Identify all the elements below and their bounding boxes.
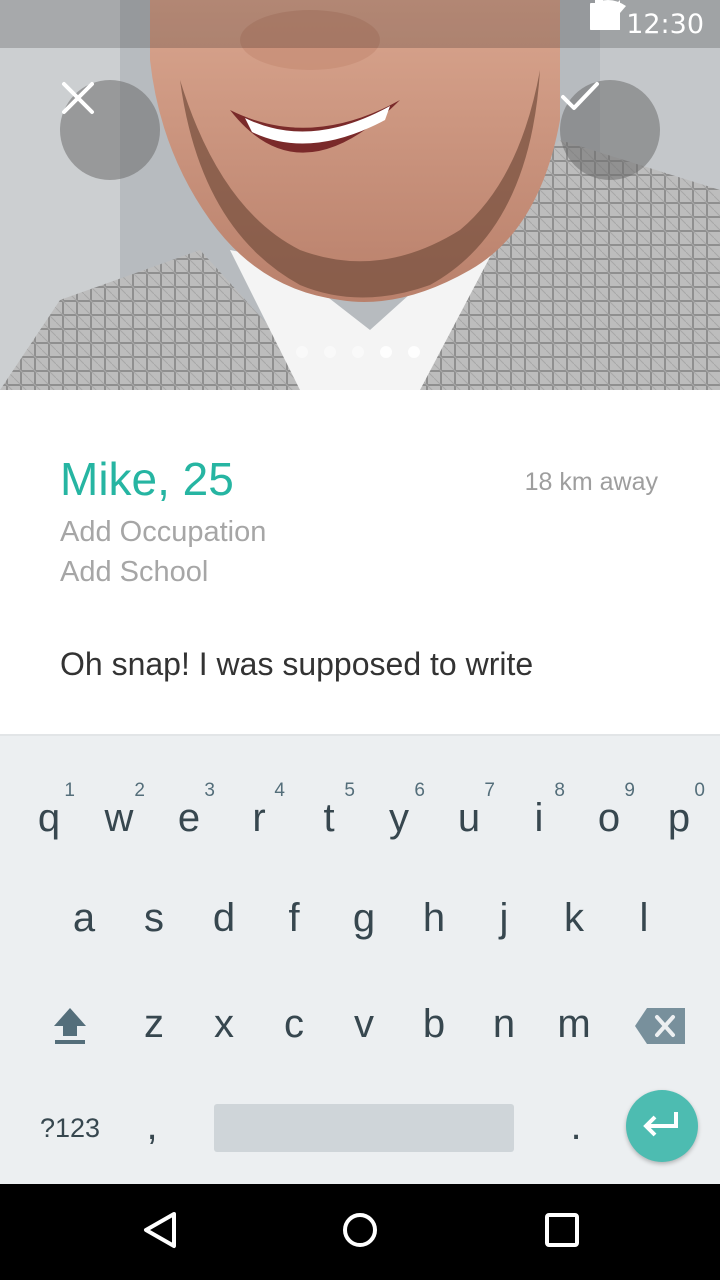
dismiss-button[interactable] [60, 80, 160, 180]
key-m[interactable]: m [544, 984, 604, 1064]
profile-info: Mike, 25 18 km away Add Occupation Add S… [0, 390, 720, 734]
space-bar[interactable] [214, 1104, 514, 1152]
status-time: 12:30 [626, 8, 704, 40]
delete-key[interactable] [630, 988, 690, 1068]
backspace-icon [635, 1008, 685, 1048]
back-icon [142, 1211, 178, 1253]
photo-page-indicator [296, 346, 420, 358]
key-b[interactable]: b [404, 984, 464, 1064]
page-dot[interactable] [324, 346, 336, 358]
key-v[interactable]: v [334, 984, 394, 1064]
page-dot[interactable] [296, 346, 308, 358]
key-k[interactable]: k [544, 878, 604, 958]
school-field[interactable]: Add School [60, 556, 208, 589]
key-u[interactable]: u7 [439, 778, 499, 858]
profile-photo[interactable]: 12:30 [0, 0, 720, 390]
navigation-bar [0, 1184, 720, 1280]
enter-icon [642, 1110, 682, 1142]
occupation-field[interactable]: Add Occupation [60, 516, 266, 549]
key-j[interactable]: j [474, 878, 534, 958]
symbols-key[interactable]: ?123 [20, 1092, 120, 1164]
nav-home-button[interactable] [320, 1202, 400, 1262]
distance-label: 18 km away [524, 468, 658, 496]
profile-screen: 12:30 Mike, 25 18 km away Add Occupation… [0, 0, 720, 1280]
page-dot[interactable] [352, 346, 364, 358]
soft-keyboard: q1 w2 e3 r4 t5 y6 u7 i8 o9 p0 a s d f g … [0, 734, 720, 1186]
status-icons: 12:30 [590, 0, 704, 48]
nav-back-button[interactable] [120, 1202, 200, 1262]
key-t[interactable]: t5 [299, 778, 359, 858]
key-x[interactable]: x [194, 984, 254, 1064]
shift-key[interactable] [40, 988, 100, 1068]
period-key[interactable]: . [546, 1086, 606, 1166]
key-c[interactable]: c [264, 984, 324, 1064]
key-l[interactable]: l [614, 878, 674, 958]
key-s[interactable]: s [124, 878, 184, 958]
nav-recents-button[interactable] [522, 1202, 602, 1262]
enter-key[interactable] [626, 1090, 698, 1162]
shift-icon [52, 1006, 88, 1050]
key-o[interactable]: o9 [579, 778, 639, 858]
key-r[interactable]: r4 [229, 778, 289, 858]
name-age-label: Mike, 25 [60, 453, 234, 505]
page-dot-active[interactable] [380, 346, 392, 358]
key-g[interactable]: g [334, 878, 394, 958]
comma-key[interactable]: , [122, 1086, 182, 1166]
key-i[interactable]: i8 [509, 778, 569, 858]
key-d[interactable]: d [194, 878, 254, 958]
page-dot[interactable] [408, 346, 420, 358]
key-h[interactable]: h [404, 878, 464, 958]
status-bar: 12:30 [0, 0, 720, 48]
key-y[interactable]: y6 [369, 778, 429, 858]
bio-text-field[interactable]: Oh snap! I was supposed to write [60, 646, 533, 683]
key-w[interactable]: w2 [89, 778, 149, 858]
recents-icon [545, 1213, 579, 1251]
key-e[interactable]: e3 [159, 778, 219, 858]
key-z[interactable]: z [124, 984, 184, 1064]
key-a[interactable]: a [54, 878, 114, 958]
key-q[interactable]: q1 [19, 778, 79, 858]
key-p[interactable]: p0 [649, 778, 709, 858]
key-n[interactable]: n [474, 984, 534, 1064]
home-icon [342, 1212, 378, 1252]
key-f[interactable]: f [264, 878, 324, 958]
profile-photo-image [0, 0, 720, 390]
accept-button[interactable] [560, 80, 660, 180]
